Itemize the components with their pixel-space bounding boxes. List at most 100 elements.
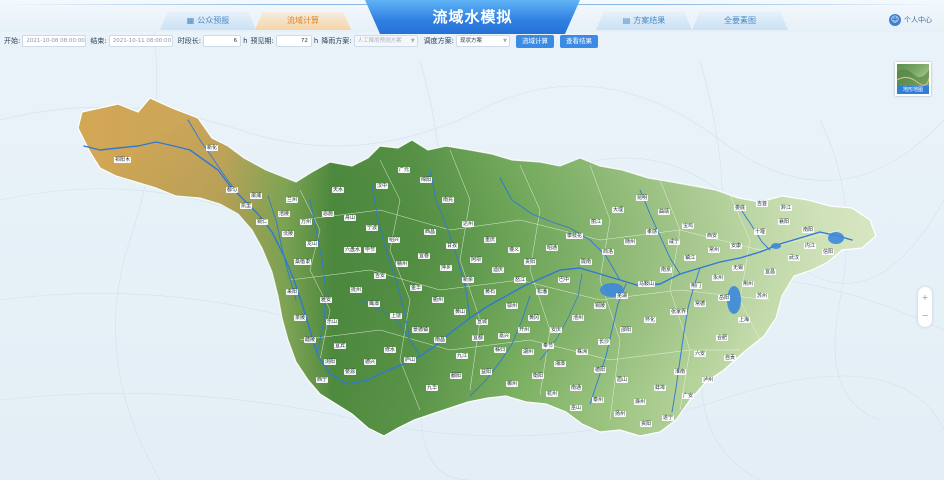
station-label[interactable]: 蚌埠 <box>654 385 667 391</box>
tab-all-elements[interactable]: 全要素图 <box>692 12 788 30</box>
station-label[interactable]: 眉山 <box>616 377 629 383</box>
station-label[interactable]: 涪陵 <box>278 211 291 217</box>
station-label[interactable]: 吉安 <box>374 273 387 279</box>
station-label[interactable]: 宣城 <box>476 319 489 325</box>
station-label[interactable]: 南昌 <box>434 337 447 343</box>
station-label[interactable]: 随州 <box>624 239 637 245</box>
station-label[interactable]: 巫山 <box>570 405 583 411</box>
station-label[interactable]: 黔江 <box>780 205 793 211</box>
station-label[interactable]: 绵阳 <box>420 177 433 183</box>
station-label[interactable]: 广安 <box>682 393 695 399</box>
station-label[interactable]: 杭州 <box>546 391 559 397</box>
station-label[interactable]: 宜宾 <box>334 343 347 349</box>
station-label[interactable]: 巴中 <box>558 277 571 283</box>
station-label[interactable]: 桑植 <box>294 259 307 265</box>
station-label[interactable]: 湘潭 <box>554 361 567 367</box>
station-label[interactable]: 西昌 <box>424 229 437 235</box>
station-label[interactable]: 秭归 <box>494 347 507 353</box>
station-label[interactable]: 湖州 <box>522 349 535 355</box>
minus-icon[interactable]: − <box>918 309 932 323</box>
station-label[interactable]: 乐山 <box>326 319 339 325</box>
station-label[interactable]: 荆门 <box>690 283 703 289</box>
station-label[interactable]: 黄山 <box>454 309 467 315</box>
station-label[interactable]: 西宁 <box>316 377 329 383</box>
station-label[interactable]: 醴陵 <box>304 337 317 343</box>
station-label[interactable]: 六盘水 <box>344 247 362 253</box>
station-label[interactable]: 扬州 <box>614 411 627 417</box>
station-label[interactable]: 德兴 <box>364 359 377 365</box>
view-result-button[interactable]: 查看结果 <box>560 34 599 48</box>
station-label[interactable]: 安庆 <box>550 327 563 333</box>
station-label[interactable]: 丽江 <box>590 219 603 225</box>
station-label[interactable]: 开州 <box>518 327 531 333</box>
station-label[interactable]: 淮南 <box>674 369 687 375</box>
station-label[interactable]: 黄冈 <box>528 315 541 321</box>
station-label[interactable]: 陇南 <box>580 259 593 265</box>
station-label[interactable]: 滁州 <box>634 399 647 405</box>
station-label[interactable]: 荆州 <box>742 281 755 287</box>
start-time-input[interactable]: 2021-10-08 08:00:00 <box>22 35 87 47</box>
station-label[interactable]: 大理 <box>612 207 625 213</box>
rain-scheme-select[interactable]: 人工降雨预测方案 ▼ <box>353 35 418 47</box>
station-label[interactable]: 沅陵 <box>282 231 295 237</box>
station-label[interactable]: 武汉 <box>788 255 801 261</box>
station-label[interactable]: 益阳 <box>480 369 493 375</box>
station-label[interactable]: 毕节 <box>364 247 377 253</box>
station-label[interactable]: 曲靖 <box>658 209 671 215</box>
station-label[interactable]: 邵阳 <box>620 327 633 333</box>
station-label[interactable]: 萍乡 <box>440 265 453 271</box>
station-label[interactable]: 鄂州 <box>506 303 519 309</box>
compute-button[interactable]: 流域计算 <box>516 34 555 48</box>
station-label[interactable]: 自贡 <box>724 355 737 361</box>
station-label[interactable]: 汉中 <box>376 183 389 189</box>
station-label[interactable]: 兰州 <box>286 197 299 203</box>
station-label[interactable]: 祁阳 <box>114 157 127 163</box>
station-label[interactable]: 南通 <box>570 385 583 391</box>
station-label[interactable]: 安康 <box>730 243 743 249</box>
user-menu[interactable]: ☺ 个人中心 <box>889 12 932 28</box>
station-label[interactable]: 宁波 <box>366 225 379 231</box>
station-label[interactable]: 宜都 <box>472 335 485 341</box>
station-label[interactable]: 上海 <box>738 317 751 323</box>
station-label[interactable]: 赣州 <box>396 261 409 267</box>
station-label[interactable]: 迪庆 <box>492 267 505 273</box>
station-label[interactable]: 芜湖 <box>616 293 629 299</box>
step-input[interactable]: 6 <box>203 35 242 47</box>
station-label[interactable]: 重庆 <box>484 237 497 243</box>
station-label[interactable]: 苏州 <box>756 293 769 299</box>
station-label[interactable]: 松潘 <box>536 289 549 295</box>
station-label[interactable]: 泰州 <box>592 397 605 403</box>
station-label[interactable]: 鹰潭 <box>368 301 381 307</box>
station-label[interactable]: 内江 <box>804 243 817 249</box>
station-label[interactable]: 南京 <box>660 267 673 273</box>
station-label[interactable]: 昆明 <box>636 195 649 201</box>
lead-input[interactable]: 72 <box>275 35 312 47</box>
station-label[interactable]: 嘉兴 <box>498 333 511 339</box>
station-label[interactable]: 舟山 <box>344 215 357 221</box>
dispatch-scheme-select[interactable]: 现状方案 ▼ <box>456 35 511 47</box>
station-label[interactable]: 合肥 <box>716 335 729 341</box>
station-label[interactable]: 张家界 <box>670 309 688 315</box>
station-label[interactable]: 资阳 <box>640 421 653 427</box>
tab-public-forecast[interactable]: ▦ 公众预报 <box>160 12 256 30</box>
station-label[interactable]: 龙山 <box>306 241 319 247</box>
station-label[interactable]: 攀枝花 <box>566 233 584 239</box>
end-time-input[interactable]: 2021-10-11 08:00:00 <box>108 35 173 47</box>
station-label[interactable]: 南阳 <box>802 227 815 233</box>
station-label[interactable]: 池州 <box>572 315 585 321</box>
station-label[interactable]: 长沙 <box>598 339 611 345</box>
station-label[interactable]: 德阳 <box>594 367 607 373</box>
station-label[interactable]: 宝鸡 <box>682 223 695 229</box>
station-label[interactable]: 宜春 <box>418 253 431 259</box>
station-label[interactable]: 吉首 <box>756 201 769 207</box>
station-label[interactable]: 广元 <box>398 167 411 173</box>
station-label[interactable]: 娄底 <box>734 205 747 211</box>
station-label[interactable]: 泸州 <box>702 377 715 383</box>
station-label[interactable]: 达州 <box>462 221 475 227</box>
station-label[interactable]: 衢州 <box>432 297 445 303</box>
station-label[interactable]: 孝感 <box>646 229 659 235</box>
station-label[interactable]: 常州 <box>708 247 721 253</box>
station-label[interactable]: 常德 <box>694 301 707 307</box>
station-label[interactable]: 遂宁 <box>662 415 675 421</box>
station-label[interactable]: 郴州 <box>506 381 519 387</box>
